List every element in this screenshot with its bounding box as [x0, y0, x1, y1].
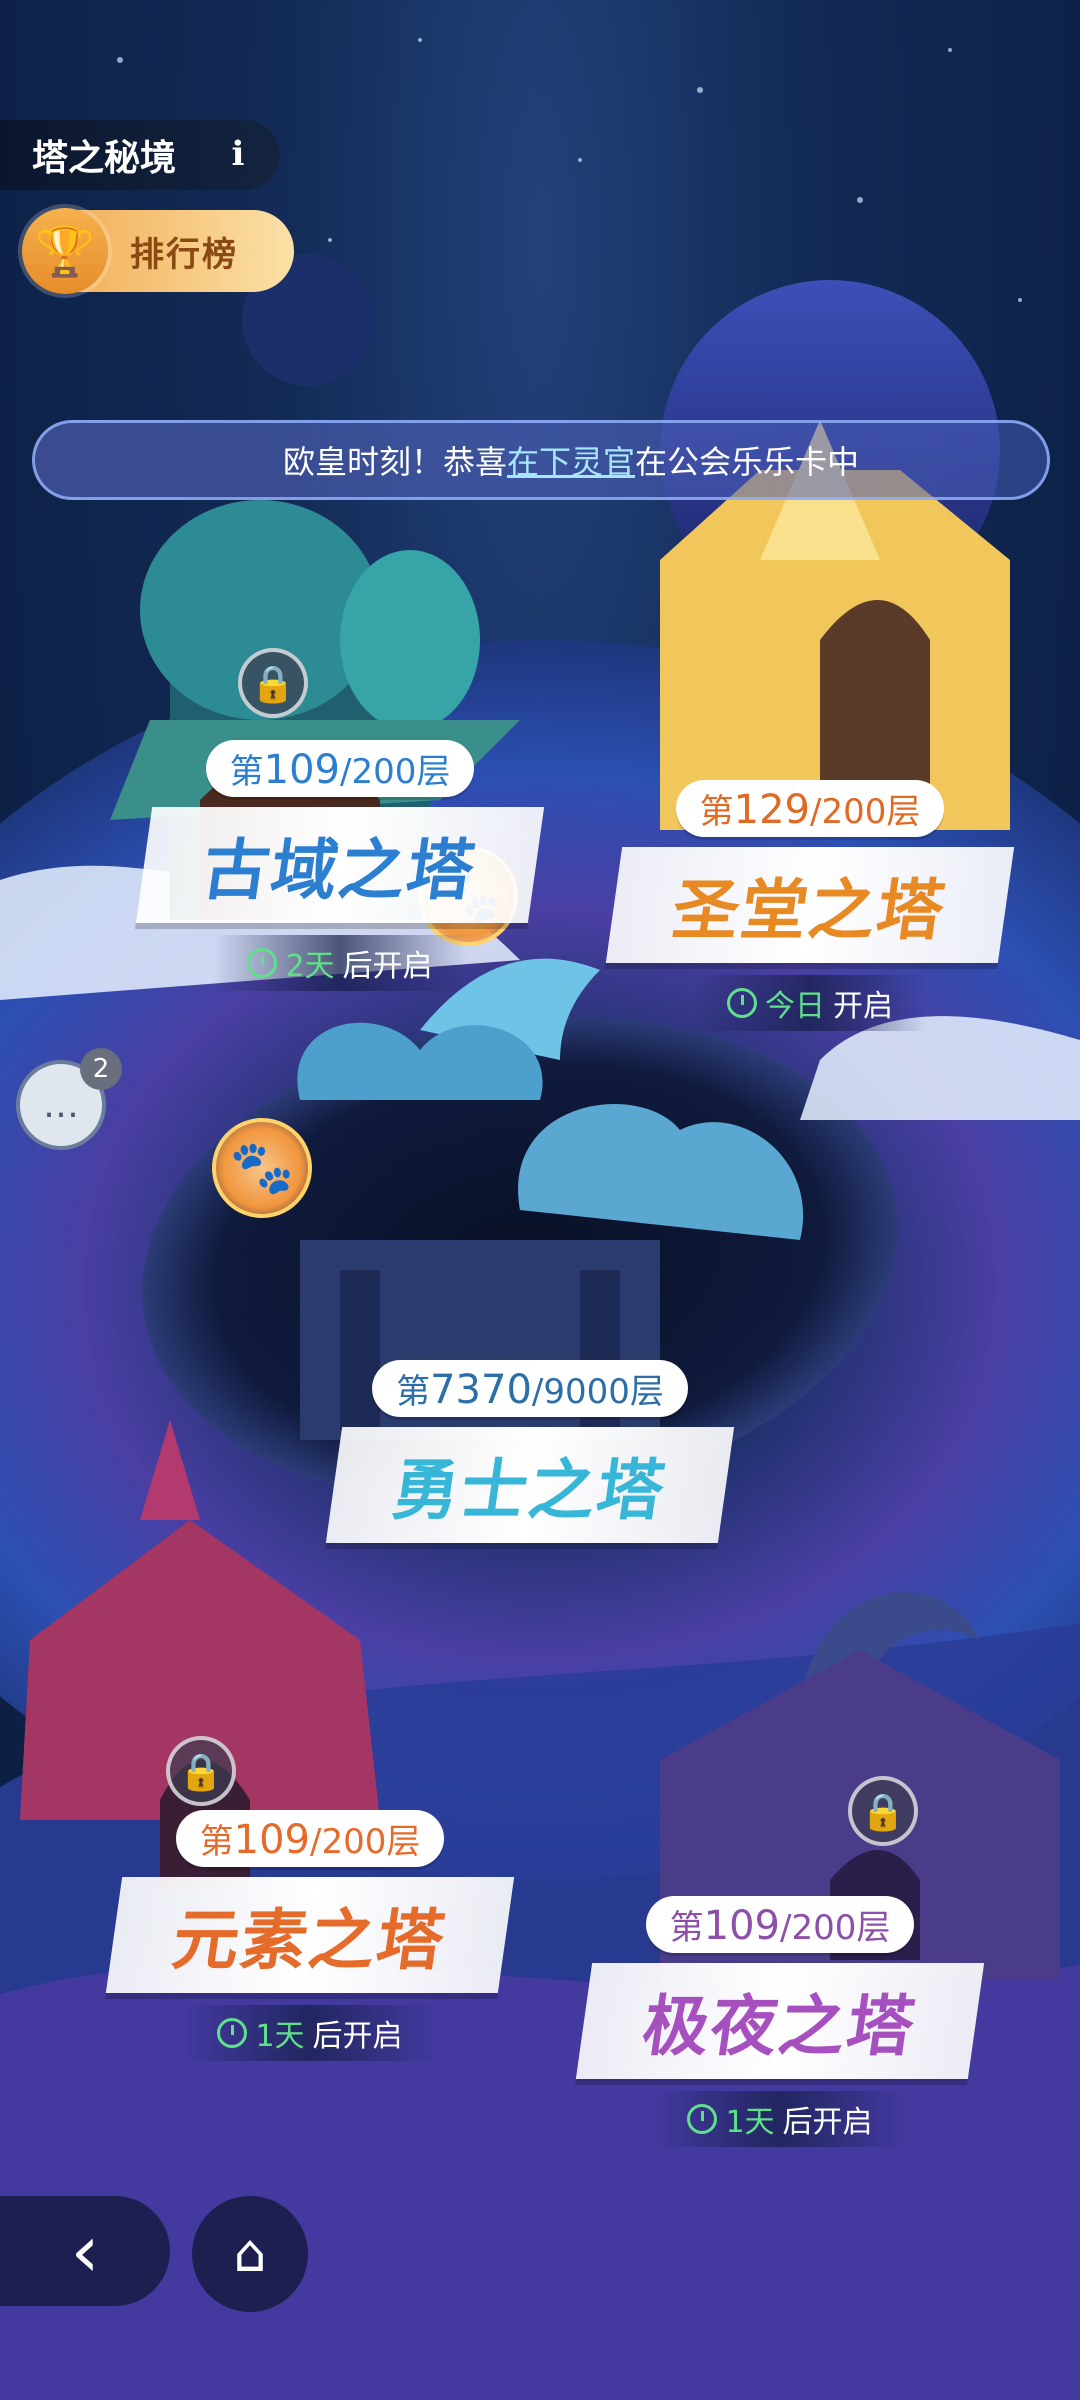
ranking-label: 排行榜 — [130, 234, 238, 275]
open-timer: 2天 后开启 — [213, 935, 467, 991]
clock-icon — [217, 2018, 248, 2048]
info-icon[interactable]: i — [218, 134, 258, 174]
open-timer: 今日 开启 — [693, 975, 927, 1031]
chat-bubble-icon: … — [43, 1084, 79, 1126]
ticker-player-link[interactable]: 在下灵官 — [507, 437, 635, 483]
home-button[interactable]: ⌂ — [192, 2196, 308, 2312]
tower-name: 古域之塔 — [135, 807, 545, 923]
tower-warrior[interactable]: 第7370/9000层 勇士之塔 — [325, 1360, 735, 1543]
clock-icon — [247, 948, 278, 978]
home-icon: ⌂ — [233, 2224, 267, 2284]
floor-progress: 第109/200层 — [175, 1810, 445, 1867]
floor-progress: 第129/200层 — [675, 780, 945, 837]
game-scene: 塔之秘境 i 🏆 排行榜 欧皇时刻！恭喜 在下灵官 在公会乐乐卡中 … 2 🔒 … — [0, 0, 1080, 2400]
ticker-prefix: 欧皇时刻！恭喜 — [283, 443, 508, 481]
tower-holy[interactable]: 第129/200层 圣堂之塔 今日 开启 — [580, 780, 1040, 1031]
tower-element[interactable]: 第109/200层 元素之塔 1天 后开启 — [90, 1810, 530, 2061]
lock-icon: 🔒 — [166, 1736, 236, 1806]
back-button[interactable]: ‹ — [0, 2196, 170, 2306]
clock-icon — [687, 2104, 718, 2134]
paw-icon[interactable]: 🐾 — [212, 1118, 312, 1218]
page-title: 塔之秘境 — [32, 138, 177, 179]
clock-icon — [727, 988, 757, 1018]
lock-icon: 🔒 — [238, 648, 308, 718]
trophy-icon: 🏆 — [22, 208, 108, 294]
open-timer: 1天 后开启 — [183, 2005, 437, 2061]
floor-progress: 第7370/9000层 — [372, 1360, 688, 1417]
chevron-left-icon: ‹ — [70, 2209, 100, 2293]
page-title-tab: 塔之秘境 i — [0, 120, 280, 190]
ticker-suffix: 在公会乐乐卡中 — [635, 443, 860, 481]
lock-icon: 🔒 — [848, 1776, 918, 1846]
floor-progress: 第109/200层 — [205, 740, 475, 797]
tower-name: 圣堂之塔 — [605, 847, 1015, 963]
tower-name: 勇士之塔 — [325, 1427, 735, 1543]
tower-ancient[interactable]: 第109/200层 古域之塔 2天 后开启 — [120, 740, 560, 991]
announcement-ticker: 欧皇时刻！恭喜 在下灵官 在公会乐乐卡中 — [32, 420, 1050, 500]
floor-progress: 第109/200层 — [645, 1896, 915, 1953]
chat-unread-badge: 2 — [80, 1048, 122, 1090]
tower-night[interactable]: 第109/200层 极夜之塔 1天 后开启 — [560, 1896, 1000, 2147]
ranking-button[interactable]: 🏆 排行榜 — [22, 208, 294, 294]
tower-name: 元素之塔 — [105, 1877, 515, 1993]
tower-name: 极夜之塔 — [575, 1963, 985, 2079]
open-timer: 1天 后开启 — [653, 2091, 907, 2147]
